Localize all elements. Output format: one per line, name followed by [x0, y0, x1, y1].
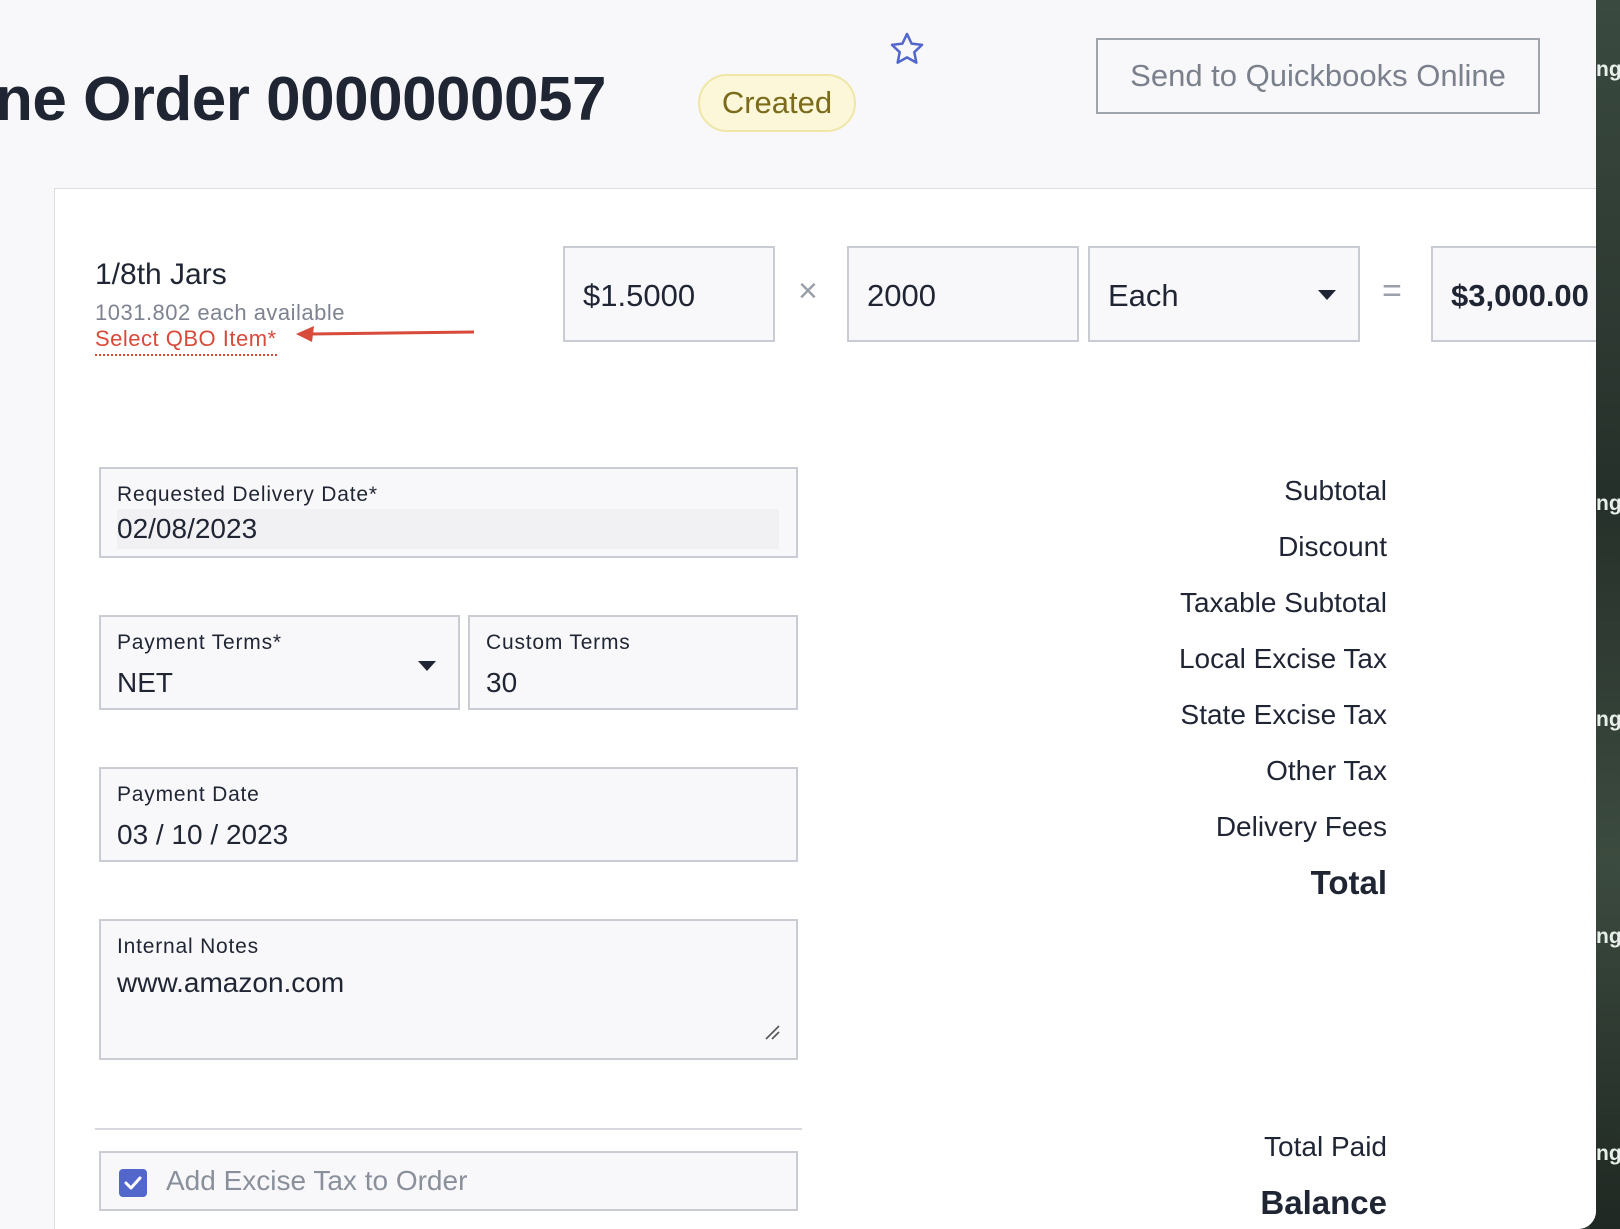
- unit-select[interactable]: Each: [1088, 246, 1360, 342]
- page-title: ne Order 0000000057: [0, 64, 606, 135]
- order-page: ne Order 0000000057 Created Send to Quic…: [0, 0, 1596, 1229]
- checkmark-icon: [119, 1169, 147, 1197]
- resize-handle-icon[interactable]: [764, 1024, 780, 1040]
- payment-terms-label: Payment Terms*: [117, 631, 282, 655]
- summary-subtotal-label: Subtotal: [1284, 475, 1387, 507]
- payment-date-label: Payment Date: [117, 783, 260, 807]
- internal-notes-value: www.amazon.com: [117, 967, 344, 999]
- summary-total-paid-label: Total Paid: [1264, 1131, 1387, 1163]
- summary-taxable-subtotal-label: Taxable Subtotal: [1180, 587, 1387, 619]
- summary-discount-label: Discount: [1278, 531, 1387, 563]
- delivery-date-field[interactable]: Requested Delivery Date* 02/08/2023: [99, 467, 798, 558]
- excise-tax-option[interactable]: Add Excise Tax to Order: [99, 1151, 798, 1211]
- summary-other-tax-label: Other Tax: [1266, 755, 1387, 787]
- background-text: ng: [1596, 1142, 1620, 1166]
- caret-down-icon: [1318, 290, 1336, 300]
- internal-notes-label: Internal Notes: [117, 935, 259, 959]
- item-name: 1/8th Jars: [95, 258, 227, 292]
- status-badge: Created: [698, 74, 856, 132]
- payment-terms-value: NET: [117, 667, 173, 699]
- payment-terms-select[interactable]: Payment Terms* NET: [99, 615, 460, 710]
- background-text: ng: [1596, 58, 1620, 82]
- equals-icon: =: [1382, 272, 1402, 311]
- custom-terms-value: 30: [486, 667, 517, 699]
- section-divider: [95, 1128, 802, 1130]
- custom-terms-input[interactable]: Custom Terms 30: [468, 615, 798, 710]
- caret-down-icon: [418, 661, 436, 671]
- summary-delivery-fees-label: Delivery Fees: [1216, 811, 1387, 843]
- excise-tax-label: Add Excise Tax to Order: [166, 1165, 467, 1197]
- line-total: $3,000.00: [1431, 246, 1596, 342]
- background-text: ng: [1596, 708, 1620, 732]
- summary-total-label: Total: [1311, 864, 1387, 902]
- summary-balance-label: Balance: [1260, 1184, 1387, 1222]
- send-to-quickbooks-button[interactable]: Send to Quickbooks Online: [1096, 38, 1540, 114]
- background-text: ng: [1596, 492, 1620, 516]
- excise-tax-checkbox[interactable]: [119, 1169, 147, 1197]
- delivery-date-label: Requested Delivery Date*: [117, 483, 378, 507]
- annotation-arrow-icon: [296, 322, 478, 346]
- unit-select-value: Each: [1108, 278, 1179, 313]
- star-icon[interactable]: [888, 30, 926, 68]
- summary-state-excise-label: State Excise Tax: [1181, 699, 1387, 731]
- delivery-date-value: 02/08/2023: [117, 513, 257, 545]
- payment-date-field[interactable]: Payment Date 03 / 10 / 2023: [99, 767, 798, 862]
- price-input[interactable]: $1.5000: [563, 246, 775, 342]
- internal-notes-textarea[interactable]: Internal Notes www.amazon.com: [99, 919, 798, 1060]
- multiply-icon: ×: [798, 272, 818, 311]
- background-text: ng: [1596, 925, 1620, 949]
- summary-local-excise-label: Local Excise Tax: [1179, 643, 1387, 675]
- payment-date-value: 03 / 10 / 2023: [117, 819, 288, 851]
- quantity-input[interactable]: 2000: [847, 246, 1079, 342]
- select-qbo-item-link[interactable]: Select QBO Item*: [95, 326, 277, 356]
- custom-terms-label: Custom Terms: [486, 631, 631, 655]
